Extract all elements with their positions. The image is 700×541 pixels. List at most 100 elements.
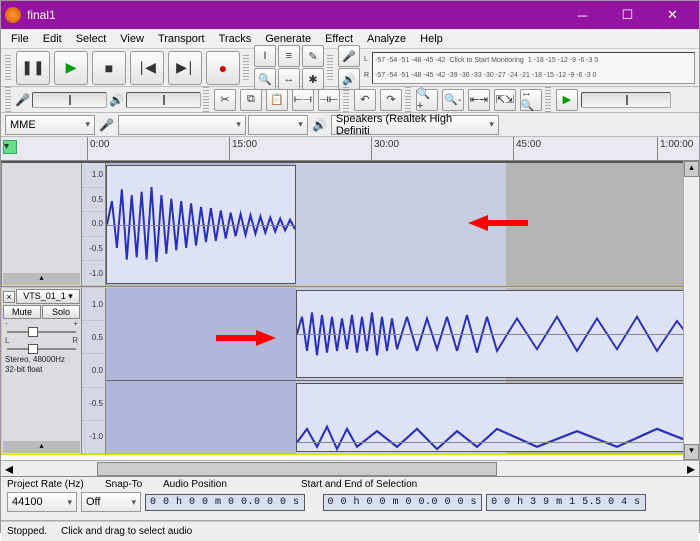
project-rate-combo[interactable]: 44100 (7, 492, 77, 512)
grip[interactable] (243, 55, 249, 81)
play-at-speed-button[interactable]: ▶ (556, 89, 578, 111)
minimize-button[interactable]: ─ (560, 1, 605, 29)
playhead-icon[interactable]: ▾ (3, 140, 17, 154)
waveform-area-left[interactable] (106, 288, 698, 380)
scale-label: 1.0 (82, 288, 103, 321)
project-rate-label: Project Rate (Hz) (7, 479, 97, 490)
snap-to-combo[interactable]: Off (81, 492, 141, 512)
skip-end-button[interactable]: ▶∣ (168, 51, 202, 85)
redo-button[interactable]: ↷ (380, 89, 402, 111)
track-format: Stereo, 48000Hz (5, 355, 78, 365)
zoom-toggle-button[interactable]: ↔🔍 (520, 89, 542, 111)
status-state: Stopped. (7, 526, 47, 537)
selection-start-field[interactable]: 0 0 h 0 0 m 0 0.0 0 0 s (323, 494, 483, 511)
vertical-scrollbar[interactable]: ▴▾ (683, 161, 699, 460)
grip[interactable] (545, 87, 551, 113)
gain-slider[interactable] (7, 331, 76, 333)
play-device-combo[interactable]: Speakers (Realtek High Definiti (331, 115, 499, 135)
speaker-icon: 🔊 (312, 118, 327, 132)
rec-device-combo[interactable] (118, 115, 246, 135)
grip[interactable] (203, 87, 209, 113)
horizontal-scrollbar[interactable]: ◂ ▸ (1, 460, 699, 476)
grip[interactable] (343, 87, 349, 113)
record-button[interactable]: ● (206, 51, 240, 85)
scale-label: 0.5 (82, 321, 103, 354)
grip[interactable] (405, 87, 411, 113)
waveform-area-right[interactable] (106, 380, 698, 454)
skip-start-button[interactable]: ∣◀ (130, 51, 164, 85)
meter-l-label: L (364, 56, 369, 63)
meter-panel[interactable]: -57 -54 -51 -48 -45 -42Click to Start Mo… (372, 52, 695, 84)
silence-button[interactable]: ⟞⟝ (318, 89, 340, 111)
snap-to-label: Snap-To (105, 479, 155, 490)
zoom-out-button[interactable]: 🔍- (442, 89, 464, 111)
pan-slider[interactable] (7, 348, 76, 350)
annotation-arrow-right (216, 330, 276, 346)
selection-tool-icon[interactable]: I (254, 45, 276, 67)
status-hint: Click and drag to select audio (61, 526, 192, 537)
grip[interactable] (5, 55, 11, 81)
trim-button[interactable]: ⟝⟞ (292, 89, 314, 111)
rec-meter-icon[interactable]: 🎤 (338, 45, 360, 67)
undo-button[interactable]: ↶ (354, 89, 376, 111)
collapse-button[interactable]: ▴ (3, 441, 80, 453)
draw-tool-icon[interactable]: ✎ (302, 45, 324, 67)
rec-volume-slider[interactable] (32, 92, 107, 108)
menu-view[interactable]: View (114, 31, 150, 47)
audio-position-field[interactable]: 0 0 h 0 0 m 0 0.0 0 0 s (145, 494, 305, 511)
multi-tool-icon[interactable]: ✱ (302, 68, 324, 90)
maximize-button[interactable]: ☐ (605, 1, 650, 29)
track-menu-button[interactable]: VTS_01_1 ▾ (16, 289, 80, 304)
rec-meter-ticks2: 1 -18 -15 -12 -9 -6 -3 0 (528, 57, 598, 64)
mic-icon: 🎤 (99, 118, 114, 132)
stop-button[interactable]: ■ (92, 51, 126, 85)
app-logo (5, 7, 21, 23)
pause-button[interactable]: ❚❚ (16, 51, 50, 85)
mic-icon: 🎤 (15, 93, 30, 107)
cut-button[interactable]: ✂ (214, 89, 236, 111)
zoom-tool-icon[interactable]: 🔍 (254, 68, 276, 90)
scale-label: 1.0 (82, 163, 103, 188)
track-name: VTS_01_1 (23, 291, 66, 301)
menu-select[interactable]: Select (70, 31, 113, 47)
scale-label: 0.5 (82, 188, 103, 213)
selection-end-field[interactable]: 0 0 h 3 9 m 1 5.5 0 4 s (486, 494, 646, 511)
mute-button[interactable]: Mute (3, 305, 41, 319)
menu-file[interactable]: File (5, 31, 35, 47)
zoom-in-button[interactable]: 🔍+ (416, 89, 438, 111)
fit-selection-button[interactable]: ⇤⇥ (468, 89, 490, 111)
menu-help[interactable]: Help (414, 31, 449, 47)
copy-button[interactable]: ⧉ (240, 89, 262, 111)
window-title: final1 (27, 8, 56, 22)
collapse-button[interactable]: ▴ (3, 273, 80, 285)
fit-project-button[interactable]: ⇱⇲ (494, 89, 516, 111)
track-close-button[interactable]: × (3, 291, 15, 303)
selection-label: Start and End of Selection (301, 479, 417, 490)
envelope-tool-icon[interactable]: ≡ (278, 45, 300, 67)
timeshift-tool-icon[interactable]: ↔ (278, 68, 300, 90)
play-volume-slider[interactable] (126, 92, 201, 108)
solo-button[interactable]: Solo (42, 305, 80, 319)
play-meter-icon[interactable]: 🔊 (338, 68, 360, 90)
menu-analyze[interactable]: Analyze (361, 31, 412, 47)
track-bitdepth: 32-bit float (5, 365, 78, 375)
menu-tracks[interactable]: Tracks (213, 31, 258, 47)
play-button[interactable]: ▶ (54, 51, 88, 85)
scale-label: -1.0 (82, 421, 103, 454)
tick-label: 45:00 (516, 139, 541, 150)
scale-label: -0.5 (82, 388, 103, 421)
waveform-area[interactable] (106, 163, 698, 286)
tick-label: 30:00 (374, 139, 399, 150)
rec-channels-combo[interactable] (248, 115, 308, 135)
audio-host-value: MME (10, 119, 36, 131)
audio-host-combo[interactable]: MME (5, 115, 95, 135)
paste-button[interactable]: 📋 (266, 89, 288, 111)
timeline-ruler[interactable]: ▾ 0:00 15:00 30:00 45:00 1:00:00 (1, 137, 699, 161)
play-speed-slider[interactable] (581, 92, 671, 108)
play-device-value: Speakers (Realtek High Definiti (336, 113, 485, 137)
grip[interactable] (5, 87, 11, 113)
menu-edit[interactable]: Edit (37, 31, 68, 47)
menu-transport[interactable]: Transport (152, 31, 211, 47)
grip[interactable] (327, 55, 333, 81)
close-button[interactable]: ✕ (650, 1, 695, 29)
